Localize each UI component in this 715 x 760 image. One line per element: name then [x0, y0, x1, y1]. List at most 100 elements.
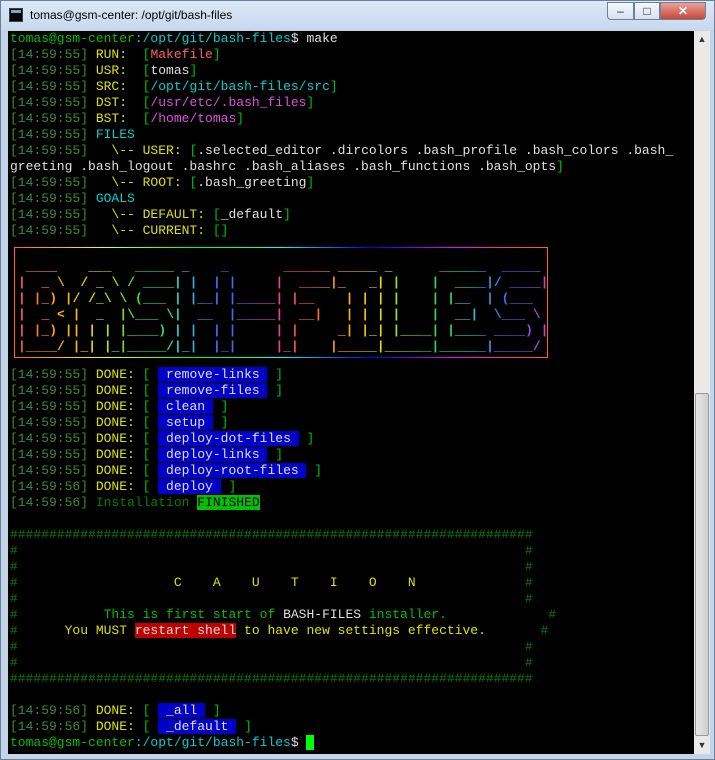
terminal-text: [14:59:55] [10, 207, 112, 222]
terminal-text: [14:59:55] [10, 431, 96, 446]
terminal-text: DST: [95, 95, 143, 110]
terminal-line: [14:59:55] RUN: [Makefile] [10, 47, 673, 63]
terminal-text: [ [142, 431, 159, 446]
terminal-text: [14:59:55] [10, 95, 96, 110]
terminal-text: [14:59:55] [10, 415, 96, 430]
terminal-text: [14:59:55] [10, 191, 96, 206]
terminal-text: _default [158, 719, 237, 734]
terminal-text: [] [212, 223, 229, 238]
terminal-text: ] [212, 415, 229, 430]
terminal-text: ] [236, 719, 252, 734]
terminal-text: /opt/git/bash-files/src [150, 79, 330, 94]
terminal-text: USR: [95, 63, 143, 78]
terminal-text: ########################################… [10, 527, 533, 542]
maximize-icon: □ [643, 4, 651, 18]
terminal-text: # # [10, 655, 533, 670]
terminal-line: [14:59:55] DONE: [ remove-links ] [10, 367, 673, 383]
terminal-line: [14:59:55] \-- USER: [.selected_editor .… [10, 143, 673, 159]
terminal-text: # [446, 607, 557, 622]
terminal-text: Installation [95, 495, 198, 510]
scroll-up-icon[interactable]: ▲ [694, 31, 710, 48]
close-button[interactable]: ✕ [660, 2, 706, 20]
terminal-text: # [10, 575, 174, 590]
terminal-text: [14:59:55] [10, 463, 96, 478]
terminal-text: tomas [150, 63, 190, 78]
terminal-text: You MUST [64, 623, 135, 638]
terminal-text: deploy-dot-files [158, 431, 299, 446]
terminal-line: [14:59:56] DONE: [ _all ] [10, 703, 673, 719]
terminal-text: ] [306, 463, 323, 478]
terminal-text: [ [142, 447, 159, 462]
terminal-line: [14:59:55] DONE: [ deploy-dot-files ] [10, 431, 673, 447]
terminal-line: [14:59:55] DONE: [ deploy-links ] [10, 447, 673, 463]
terminal-app-icon[interactable] [9, 8, 23, 22]
terminal-text: [14:59:55] [10, 223, 112, 238]
terminal-text: [ [142, 367, 159, 382]
maximize-button[interactable]: □ [634, 2, 660, 20]
terminal-text: # [485, 623, 549, 638]
terminal-text: tomas@gsm-center [10, 735, 135, 750]
terminal-text: [14:59:56] [10, 719, 96, 734]
terminal-text: ] [212, 399, 229, 414]
terminal-text: [14:59:55] [10, 399, 96, 414]
terminal-text: # # [10, 559, 533, 574]
ascii-logo-line: ____ ___ _____ _ _ ______ _____ _ ______… [18, 259, 541, 274]
terminal-line: [14:59:56] Installation FINISHED [10, 495, 673, 511]
terminal-text: # # [10, 543, 533, 558]
terminal-text: [14:59:55] [10, 447, 96, 462]
terminal-text: \-- DEFAULT: [111, 207, 213, 222]
terminal-line: [14:59:55] DONE: [ remove-files ] [10, 383, 673, 399]
terminal-text: [ [142, 463, 159, 478]
terminal-text: ] [236, 111, 245, 126]
ascii-logo-line: |____/ |_| |_|_____/|_| |_| |_| |_____|_… [18, 339, 541, 354]
minimize-button[interactable]: ‒ [607, 2, 634, 20]
terminal-line: # This is first start of BASH-FILES inst… [10, 607, 673, 623]
terminal-text: [14:59:55] [10, 63, 96, 78]
terminal-line: # # [10, 543, 673, 559]
terminal-text: ] [306, 95, 315, 110]
terminal-text: [14:59:55] [10, 47, 96, 62]
close-icon: ✕ [677, 4, 689, 18]
terminal-text: [ [142, 383, 159, 398]
terminal-text: [ [142, 703, 159, 718]
terminal-text: DONE: [95, 703, 143, 718]
terminal-text: DONE: [95, 367, 143, 382]
terminal-text: DONE: [95, 447, 143, 462]
terminal-text: DONE: [95, 399, 143, 414]
terminal-output[interactable]: tomas@gsm-center:/opt/git/bash-files$ ma… [8, 31, 694, 754]
terminal-line: [14:59:56] DONE: [ deploy ] [10, 479, 673, 495]
terminal-lines: tomas@gsm-center:/opt/git/bash-files$ ma… [10, 31, 673, 751]
terminal-text: ] [220, 479, 237, 494]
scroll-down-icon[interactable]: ▼ [694, 737, 710, 754]
terminal-line: [14:59:55] GOALS [10, 191, 673, 207]
terminal-text: [ [212, 207, 221, 222]
terminal-line: # # [10, 591, 673, 607]
terminal-line: [14:59:55] DONE: [ setup ] [10, 415, 673, 431]
terminal-line: [14:59:55] BST: [/home/tomas] [10, 111, 673, 127]
terminal-text: FINISHED [197, 495, 260, 510]
terminal-text: clean [158, 399, 213, 414]
window-title: tomas@gsm-center: /opt/git/bash-files [30, 8, 233, 22]
terminal-line: [14:59:55] FILES [10, 127, 673, 143]
terminal-text: deploy [158, 479, 221, 494]
terminal-text: DONE: [95, 431, 143, 446]
terminal-text: \-- CURRENT: [111, 223, 213, 238]
terminal-text: BST: [95, 111, 143, 126]
terminal-line: ########################################… [10, 671, 673, 687]
terminal-text: [14:59:55] [10, 143, 112, 158]
terminal-text: [ [142, 399, 159, 414]
terminal-text: ] [212, 47, 221, 62]
terminal-text: installer. [361, 607, 447, 622]
scrollbar-thumb[interactable] [695, 393, 709, 736]
terminal-text: setup [158, 415, 213, 430]
terminal-text: remove-files [158, 383, 268, 398]
terminal-line: # # [10, 655, 673, 671]
terminal-text: [14:59:56] [10, 479, 96, 494]
terminal-text: DONE: [95, 383, 143, 398]
terminal-text: # # [10, 591, 533, 606]
title-bar[interactable]: tomas@gsm-center: /opt/git/bash-files ‒ … [1, 1, 714, 30]
vertical-scrollbar[interactable]: ▲ ▼ [694, 31, 710, 754]
terminal-text: .selected_editor .dircolors .bash_profil… [197, 143, 674, 158]
terminal-text: ] [283, 207, 291, 222]
